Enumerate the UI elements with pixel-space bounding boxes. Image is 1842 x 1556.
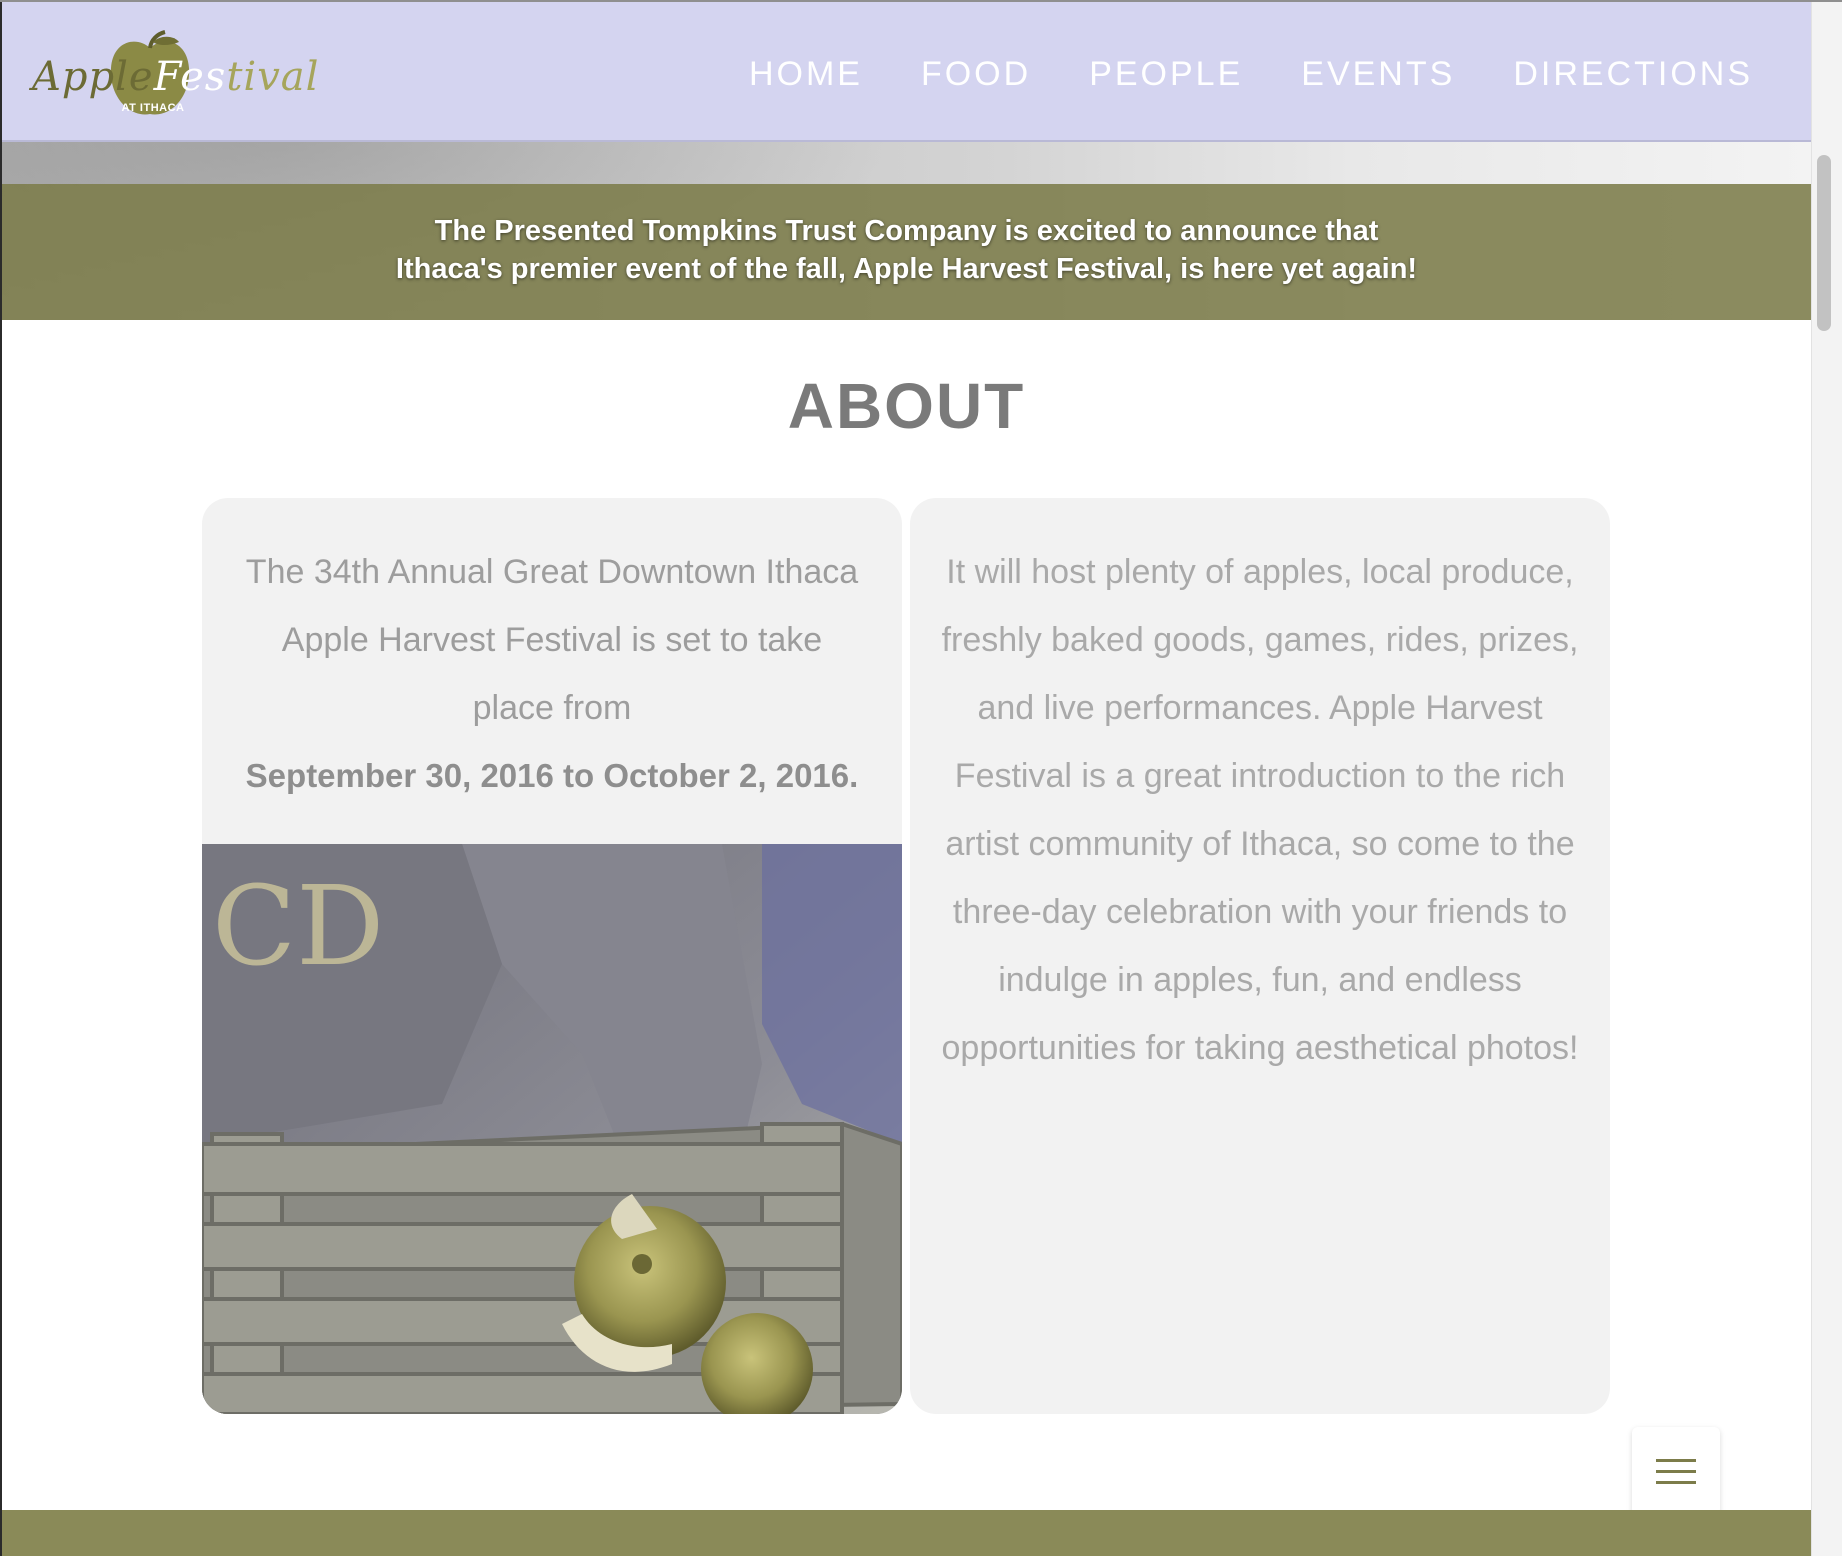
hamburger-icon — [1656, 1459, 1696, 1462]
nav-food[interactable]: FOOD — [921, 54, 1031, 94]
site-logo[interactable]: AppleFestival AT ITHACA — [32, 16, 318, 126]
about-card-left: The 34th Annual Great Downtown Ithaca Ap… — [202, 498, 902, 1414]
about-heading: ABOUT — [787, 370, 1026, 442]
nav-home[interactable]: HOME — [749, 54, 863, 94]
footer-strip — [2, 1510, 1811, 1556]
about-intro-text: The 34th Annual Great Downtown Ithaca Ap… — [245, 553, 859, 727]
festival-dates: September 30, 2016 to October 2, 2016. — [245, 757, 859, 794]
about-card-right: It will host plenty of apples, local pro… — [910, 498, 1610, 1414]
hamburger-icon-line-3 — [1656, 1481, 1696, 1484]
window-left-edge — [0, 0, 2, 1556]
logo-word-tival: tival — [226, 54, 320, 100]
apple-crate-photo: CD — [202, 844, 902, 1414]
scrollbar-thumb[interactable] — [1817, 155, 1831, 331]
page: AppleFestival AT ITHACA HOME FOOD PEOPLE… — [0, 0, 1842, 1556]
logo-subtitle: AT ITHACA — [121, 102, 185, 114]
about-description-text: It will host plenty of apples, local pro… — [941, 553, 1579, 1067]
hamburger-icon-line-2 — [1656, 1470, 1696, 1473]
logo-word-apple: Apple — [32, 54, 154, 100]
svg-text:CD: CD — [212, 862, 384, 990]
menu-button[interactable] — [1632, 1427, 1720, 1515]
logo-word-fes: Fes — [153, 54, 227, 100]
window-top-edge — [0, 0, 1842, 2]
banner-line-1: The Presented Tompkins Trust Company is … — [434, 215, 1379, 247]
main-nav: HOME FOOD PEOPLE EVENTS DIRECTIONS — [691, 54, 1753, 94]
banner-line-2: Ithaca's premier event of the fall, Appl… — [395, 253, 1418, 285]
nav-events[interactable]: EVENTS — [1301, 54, 1455, 94]
top-navbar: AppleFestival AT ITHACA HOME FOOD PEOPLE… — [2, 2, 1811, 142]
nav-directions[interactable]: DIRECTIONS — [1513, 54, 1753, 94]
announcement-banner: The Presented Tompkins Trust Company is … — [2, 184, 1811, 320]
nav-people[interactable]: PEOPLE — [1089, 54, 1243, 94]
